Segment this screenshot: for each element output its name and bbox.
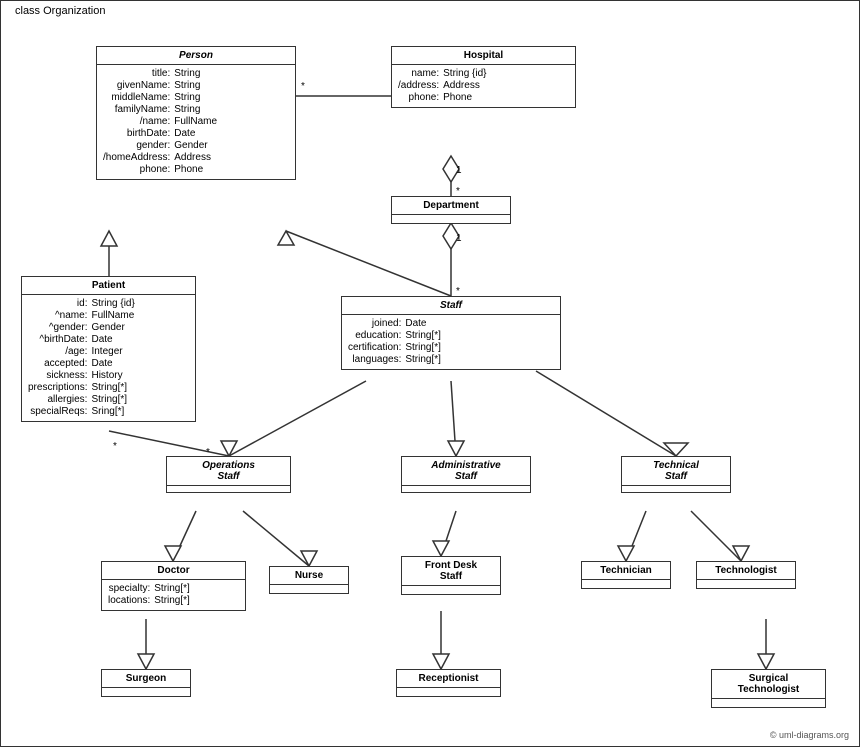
class-staff-header: Staff (342, 297, 560, 315)
class-person: Person title:String givenName:String mid… (96, 46, 296, 180)
class-operations-staff-header: OperationsStaff (167, 457, 290, 486)
class-nurse-header: Nurse (270, 567, 348, 585)
class-person-header: Person (97, 47, 295, 65)
class-surgical-technologist: SurgicalTechnologist (711, 669, 826, 708)
class-surgeon-body (102, 688, 190, 696)
class-technologist-body (697, 580, 795, 588)
class-technical-staff: TechnicalStaff (621, 456, 731, 493)
class-nurse: Nurse (269, 566, 349, 594)
class-surgical-technologist-body (712, 699, 825, 707)
diagram-title: class Organization (11, 5, 110, 17)
class-staff-body: joined:Date education:String[*] certific… (342, 315, 560, 369)
class-technical-staff-body (622, 486, 730, 492)
class-administrative-staff: AdministrativeStaff (401, 456, 531, 493)
svg-text:*: * (301, 81, 305, 92)
class-front-desk-staff: Front DeskStaff (401, 556, 501, 595)
class-operations-staff: OperationsStaff (166, 456, 291, 493)
class-technician-body (582, 580, 670, 588)
class-staff: Staff joined:Date education:String[*] ce… (341, 296, 561, 370)
class-hospital-body: name:String {id} /address:Address phone:… (392, 65, 575, 107)
svg-text:*: * (113, 441, 117, 452)
class-hospital: Hospital name:String {id} /address:Addre… (391, 46, 576, 108)
class-doctor: Doctor specialty:String[*] locations:Str… (101, 561, 246, 611)
class-technologist: Technologist (696, 561, 796, 589)
class-operations-staff-body (167, 486, 290, 492)
class-administrative-staff-body (402, 486, 530, 492)
class-hospital-header: Hospital (392, 47, 575, 65)
class-patient-body: id:String {id} ^name:FullName ^gender:Ge… (22, 295, 195, 421)
class-department-header: Department (392, 197, 510, 215)
class-department-body (392, 215, 510, 223)
class-patient: Patient id:String {id} ^name:FullName ^g… (21, 276, 196, 422)
class-surgical-technologist-header: SurgicalTechnologist (712, 670, 825, 699)
class-administrative-staff-header: AdministrativeStaff (402, 457, 530, 486)
class-nurse-body (270, 585, 348, 593)
class-doctor-header: Doctor (102, 562, 245, 580)
class-technical-staff-header: TechnicalStaff (622, 457, 730, 486)
diagram-container: class Organization * 1 * 1 * * * (0, 0, 860, 747)
class-technologist-header: Technologist (697, 562, 795, 580)
class-receptionist: Receptionist (396, 669, 501, 697)
class-patient-header: Patient (22, 277, 195, 295)
class-surgeon: Surgeon (101, 669, 191, 697)
class-receptionist-body (397, 688, 500, 696)
class-technician: Technician (581, 561, 671, 589)
class-department: Department (391, 196, 511, 224)
class-surgeon-header: Surgeon (102, 670, 190, 688)
class-receptionist-header: Receptionist (397, 670, 500, 688)
class-front-desk-staff-body (402, 586, 500, 594)
class-person-body: title:String givenName:String middleName… (97, 65, 295, 179)
class-front-desk-staff-header: Front DeskStaff (402, 557, 500, 586)
copyright: © uml-diagrams.org (770, 730, 849, 740)
svg-text:1: 1 (456, 233, 462, 244)
class-technician-header: Technician (582, 562, 670, 580)
svg-text:1: 1 (456, 165, 462, 176)
class-doctor-body: specialty:String[*] locations:String[*] (102, 580, 245, 610)
